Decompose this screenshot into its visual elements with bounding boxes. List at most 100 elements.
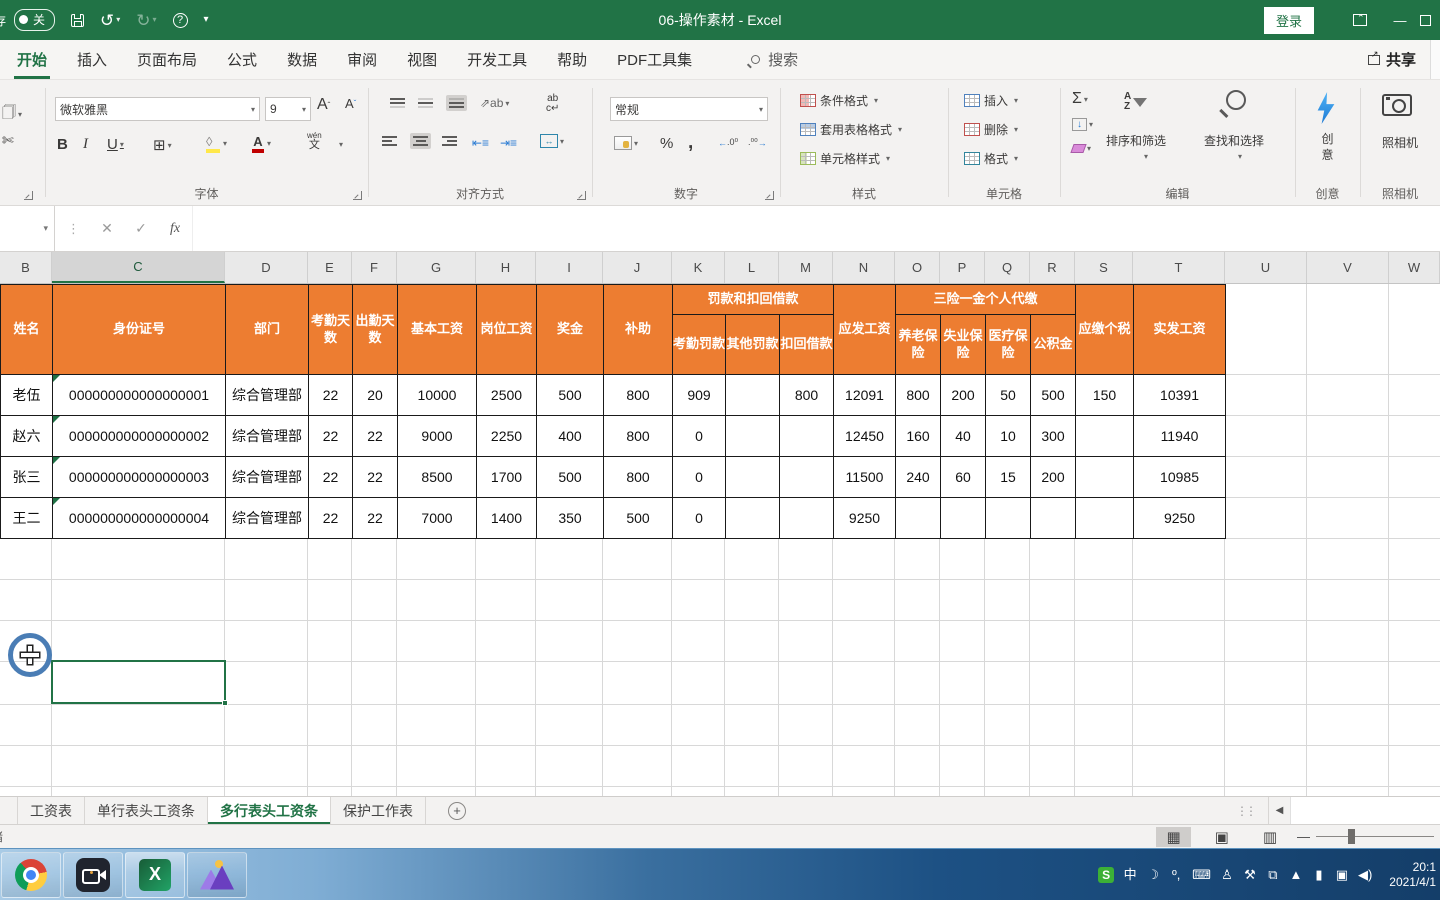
chrome-taskbar-button[interactable] [1, 851, 61, 898]
find-select-label[interactable]: 查找和选择 [1204, 132, 1264, 149]
chinese-ime-icon[interactable]: 中 [1123, 868, 1137, 881]
decrease-decimal-button[interactable]: .⁰⁰ → [748, 137, 767, 148]
table-cell[interactable]: 综合管理部 [225, 456, 309, 498]
ribbon-display-options-button[interactable] [1340, 0, 1380, 40]
table-cell[interactable]: 10 [985, 415, 1031, 457]
table-cell[interactable]: 22 [308, 456, 353, 498]
table-cell[interactable]: 王二 [0, 497, 53, 539]
camera-label[interactable]: 照相机 [1360, 134, 1440, 151]
bold-button[interactable]: B [57, 136, 68, 153]
column-header-N[interactable]: N [833, 252, 895, 283]
align-bottom-button[interactable] [446, 95, 467, 111]
column-header-R[interactable]: R [1030, 252, 1075, 283]
table-cell[interactable]: 40 [940, 415, 986, 457]
column-header-T[interactable]: T [1133, 252, 1225, 283]
taskbar-clock[interactable]: 20:1 2021/4/1 [1381, 860, 1436, 890]
increase-decimal-button[interactable]: ← .0⁰ [718, 137, 738, 148]
table-cell[interactable]: 老伍 [0, 374, 53, 416]
table-cell[interactable] [779, 415, 834, 457]
column-header-I[interactable]: I [536, 252, 603, 283]
formula-input[interactable] [192, 206, 1440, 251]
table-cell[interactable]: 9000 [397, 415, 477, 457]
ribbon-tab-插入[interactable]: 插入 [64, 40, 120, 79]
confirm-entry-button[interactable]: ✓ [124, 220, 158, 237]
page-layout-view-button[interactable]: ▣ [1205, 827, 1239, 847]
table-cell[interactable]: 赵六 [0, 415, 53, 457]
table-cell[interactable] [1075, 497, 1135, 539]
clipboard-dialog-launcher[interactable] [24, 191, 33, 200]
column-header-Q[interactable]: Q [985, 252, 1030, 283]
minimize-button[interactable]: — [1380, 0, 1420, 40]
table-cell[interactable] [779, 497, 834, 539]
undo-button[interactable]: ↺ ▾ [100, 12, 120, 29]
column-header-E[interactable]: E [308, 252, 352, 283]
align-right-button[interactable] [442, 136, 457, 146]
network-icon[interactable]: ▣ [1335, 868, 1349, 881]
mountain-app-taskbar-button[interactable] [187, 851, 247, 898]
comments-button-clipped[interactable] [1430, 40, 1440, 79]
underline-button[interactable]: U ▾ [107, 136, 124, 153]
conditional-formatting-button[interactable]: 条件格式 ▾ [800, 92, 878, 109]
keyboard-icon[interactable]: ⌨ [1192, 868, 1211, 881]
phonetic-guide-button[interactable]: wén 文 [307, 132, 322, 151]
header-cell[interactable]: 身份证号 [52, 284, 226, 375]
header-cell[interactable]: 扣回借款 [779, 314, 834, 375]
comma-style-button[interactable]: , [688, 132, 693, 154]
table-cell[interactable] [725, 456, 780, 498]
table-cell[interactable]: 22 [352, 456, 398, 498]
table-cell[interactable]: 000000000000000001 [52, 374, 226, 416]
table-cell[interactable]: 000000000000000004 [52, 497, 226, 539]
zoom-slider-handle[interactable] [1348, 829, 1355, 844]
table-cell[interactable]: 150 [1075, 374, 1135, 416]
table-cell[interactable]: 500 [536, 456, 604, 498]
table-cell[interactable]: 22 [308, 374, 353, 416]
header-cell[interactable]: 养老保险 [895, 314, 941, 375]
table-cell[interactable]: 10985 [1133, 456, 1227, 498]
name-box[interactable]: ▾ [0, 206, 55, 251]
font-name-combo[interactable]: 微软雅黑 ▾ [55, 97, 260, 121]
ribbon-tab-视图[interactable]: 视图 [394, 40, 450, 79]
ribbon-tab-页面布局[interactable]: 页面布局 [124, 40, 210, 79]
table-cell[interactable]: 8500 [397, 456, 477, 498]
orientation-button[interactable]: ⇗ab ▾ [480, 96, 509, 110]
table-cell[interactable]: 15 [985, 456, 1031, 498]
table-cell[interactable]: 240 [895, 456, 941, 498]
sort-filter-button[interactable]: AZ [1124, 92, 1148, 112]
table-cell[interactable] [895, 497, 941, 539]
column-header-D[interactable]: D [225, 252, 308, 283]
table-cell[interactable] [940, 497, 986, 539]
table-cell[interactable]: 9250 [1133, 497, 1227, 539]
align-top-button[interactable] [390, 98, 405, 108]
fill-handle[interactable] [222, 700, 228, 706]
table-cell[interactable]: 500 [536, 374, 604, 416]
delete-cells-button[interactable]: 删除 ▾ [964, 121, 1018, 138]
table-cell[interactable]: 综合管理部 [225, 374, 309, 416]
header-cell[interactable]: 基本工资 [397, 284, 477, 375]
column-header-H[interactable]: H [476, 252, 536, 283]
header-cell[interactable]: 姓名 [0, 284, 53, 375]
sogou-status-icon[interactable]: º, [1169, 868, 1183, 881]
table-cell[interactable]: 400 [536, 415, 604, 457]
customize-quick-access-button[interactable]: ▾ [204, 15, 209, 25]
ribbon-tab-审阅[interactable]: 审阅 [334, 40, 390, 79]
table-cell[interactable]: 000000000000000003 [52, 456, 226, 498]
battery-icon[interactable]: ▮ [1312, 868, 1326, 881]
ribbon-tab-帮助[interactable]: 帮助 [544, 40, 600, 79]
table-cell[interactable]: 350 [536, 497, 604, 539]
screen-recorder-taskbar-button[interactable] [63, 851, 123, 898]
table-cell[interactable]: 60 [940, 456, 986, 498]
header-cell[interactable]: 三险一金个人代缴 [894, 284, 1077, 315]
selected-cell[interactable] [51, 660, 228, 706]
table-cell[interactable]: 12091 [833, 374, 896, 416]
table-cell[interactable]: 50 [985, 374, 1031, 416]
sort-filter-caret[interactable]: ▾ [1142, 152, 1148, 161]
column-header-M[interactable]: M [779, 252, 833, 283]
align-center-button[interactable] [410, 133, 431, 149]
table-cell[interactable]: 800 [603, 456, 673, 498]
table-cell[interactable]: 200 [1029, 456, 1077, 498]
header-cell[interactable]: 失业保险 [940, 314, 986, 375]
column-header-U[interactable]: U [1225, 252, 1307, 283]
page-break-view-button[interactable]: ▥ [1253, 827, 1287, 847]
column-header-F[interactable]: F [352, 252, 397, 283]
table-cell[interactable]: 12450 [833, 415, 896, 457]
